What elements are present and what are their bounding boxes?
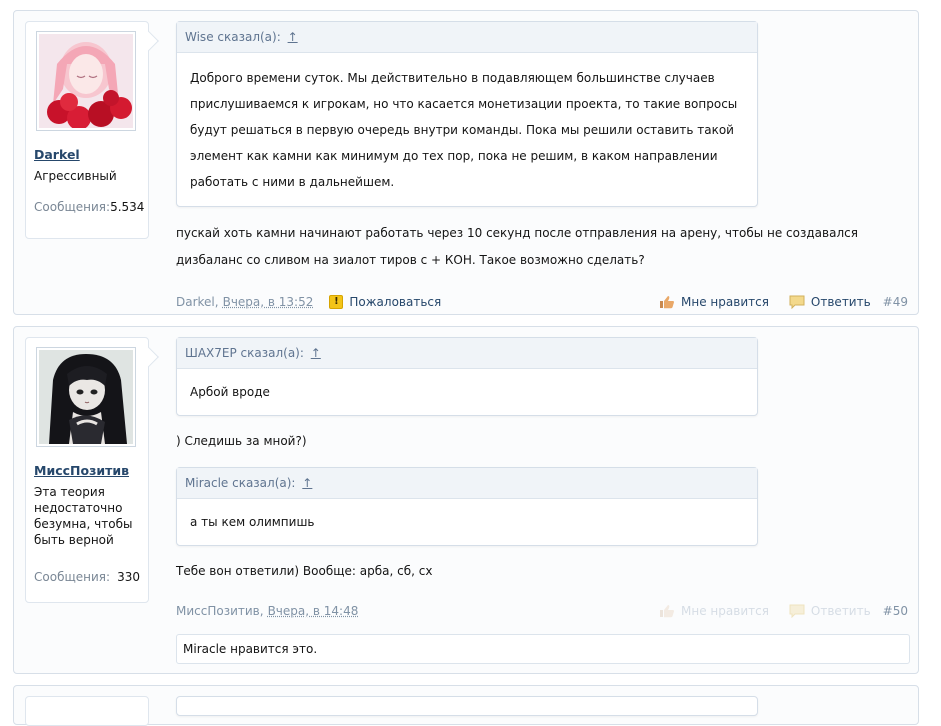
reply-button[interactable]: Ответить [789, 604, 871, 618]
post-49: Darkel Агрессивный Сообщения: 5.534 Wise… [13, 10, 919, 315]
post-content: Wise сказал(а): ↑ Доброго времени суток.… [176, 21, 908, 311]
speech-bubble-icon [789, 295, 805, 309]
reply-label: Ответить [811, 604, 871, 618]
like-label: Мне нравится [681, 604, 769, 618]
quote-header: ШАХ7ЕР сказал(а): ↑ [177, 338, 757, 369]
messages-count: 5.534 [110, 200, 144, 214]
post-next [13, 685, 919, 725]
quote-text: Доброго времени суток. Мы действительно … [177, 53, 757, 206]
quote-header: Wise сказал(а): ↑ [177, 22, 757, 53]
quote-text: Арбой вроде [177, 369, 757, 415]
quote-text: а ты кем олимпишь [177, 499, 757, 545]
user-info-panel [25, 696, 149, 726]
user-title: Агрессивный [34, 168, 140, 184]
quote-block [176, 696, 758, 716]
likes-summary: Miracle нравится это. [176, 634, 910, 664]
avatar[interactable] [36, 347, 136, 447]
user-stats: Сообщения: 330 [34, 570, 140, 584]
post-meta: МиссПозитив, Вчера, в 14:48 Мне нравится… [176, 601, 908, 621]
post-meta: Darkel, Вчера, в 13:52 ! Пожаловаться Мн… [176, 292, 908, 312]
quote-author[interactable]: Wise сказал(а): [185, 30, 281, 44]
user-panel-arrow [139, 347, 159, 367]
post-date[interactable]: Вчера, в 14:48 [268, 604, 359, 618]
user-stats: Сообщения: 5.534 [34, 200, 140, 214]
username[interactable]: Darkel [34, 147, 140, 162]
post-content: ШАХ7ЕР сказал(а): ↑ Арбой вроде ) Следиш… [176, 337, 908, 667]
speech-bubble-icon [789, 604, 805, 618]
report-label: Пожаловаться [349, 295, 441, 309]
quote-block: Wise сказал(а): ↑ Доброго времени суток.… [176, 21, 758, 207]
message-text: Тебе вон ответили) Вообще: арба, сб, сх [176, 558, 908, 585]
avatar[interactable] [36, 31, 136, 131]
goto-quote-icon[interactable]: ↑ [288, 30, 298, 44]
post-number[interactable]: #49 [883, 295, 908, 309]
quote-block: Miracle сказал(а): ↑ а ты кем олимпишь [176, 467, 758, 546]
like-button[interactable]: Мне нравится [659, 604, 769, 618]
quote-block: ШАХ7ЕР сказал(а): ↑ Арбой вроде [176, 337, 758, 416]
post-author[interactable]: Darkel, [176, 295, 219, 309]
post-number[interactable]: #50 [883, 604, 908, 618]
user-info-panel: Darkel Агрессивный Сообщения: 5.534 [25, 21, 149, 239]
like-label: Мне нравится [681, 295, 769, 309]
quote-header: Miracle сказал(а): ↑ [177, 468, 757, 499]
post-50: МиссПозитив Эта теория недостаточно безу… [13, 326, 919, 674]
like-button[interactable]: Мне нравится [659, 295, 769, 309]
goto-quote-icon[interactable]: ↑ [311, 346, 321, 360]
quote-author[interactable]: ШАХ7ЕР сказал(а): [185, 346, 304, 360]
post-author[interactable]: МиссПозитив, [176, 604, 264, 618]
messages-label: Сообщения: [34, 570, 110, 584]
message-text: ) Следишь за мной?) [176, 428, 908, 455]
quote-author[interactable]: Miracle сказал(а): [185, 476, 295, 490]
message-text: пускай хоть камни начинают работать чере… [176, 220, 908, 274]
post-actions: Мне нравится Ответить #50 [639, 604, 908, 618]
messages-count: 330 [117, 570, 140, 584]
user-info-panel: МиссПозитив Эта теория недостаточно безу… [25, 337, 149, 603]
goto-quote-icon[interactable]: ↑ [302, 476, 312, 490]
thumbs-up-icon [659, 604, 675, 618]
post-date[interactable]: Вчера, в 13:52 [223, 295, 314, 309]
reply-button[interactable]: Ответить [789, 295, 871, 309]
post-content [176, 696, 908, 716]
user-title: Эта теория недостаточно безумна, чтобы б… [34, 484, 140, 548]
user-panel-arrow [139, 31, 159, 51]
thumbs-up-icon [659, 295, 675, 309]
post-actions: Мне нравится Ответить #49 [639, 295, 908, 309]
messages-label: Сообщения: [34, 200, 110, 214]
warning-icon: ! [329, 295, 343, 309]
username[interactable]: МиссПозитив [34, 463, 140, 478]
report-button[interactable]: ! Пожаловаться [329, 295, 441, 309]
reply-label: Ответить [811, 295, 871, 309]
